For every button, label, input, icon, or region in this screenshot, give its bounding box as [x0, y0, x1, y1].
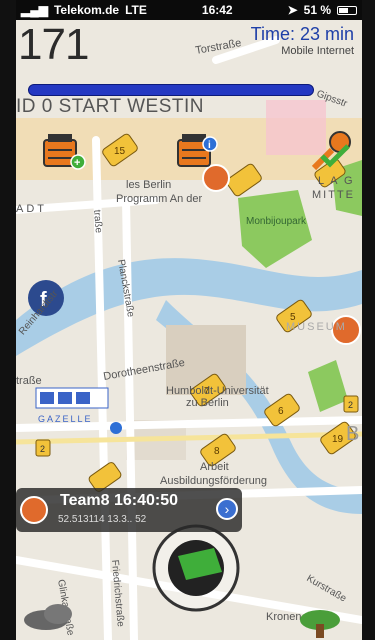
app-screen: ▂▄▆ Telekom.de LTE 16:42 ➤ 51 % 15 5 7 6…	[16, 0, 362, 640]
svg-text:L A G: L A G	[318, 175, 355, 187]
svg-text:traße: traße	[91, 209, 104, 234]
svg-text:Arbeit: Arbeit	[200, 461, 229, 473]
progress-bar	[28, 84, 314, 96]
compass-dial-icon[interactable]	[152, 524, 240, 612]
connection-label: Mobile Internet	[281, 45, 354, 57]
inventory-add-icon[interactable]: +	[42, 130, 88, 172]
mission-status-line: ID 0 START WESTIN	[16, 96, 204, 117]
time-panel: Time: 23 min Mobile Internet	[251, 24, 354, 57]
svg-text:15: 15	[114, 146, 126, 157]
svg-text:Programm An der: Programm An der	[116, 193, 203, 205]
svg-text:8: 8	[214, 446, 220, 457]
carrier-label: Telekom.de	[53, 3, 120, 17]
svg-text:19: 19	[332, 434, 344, 445]
status-bar: ▂▄▆ Telekom.de LTE 16:42 ➤ 51 %	[16, 0, 362, 20]
inventory-info-icon[interactable]: i	[176, 130, 222, 172]
chevron-right-icon[interactable]: ›	[216, 498, 238, 520]
clock: 16:42	[201, 3, 233, 17]
network-label: LTE	[125, 3, 147, 17]
team-name-time: Team8 16:40:50	[60, 492, 178, 509]
battery-icon	[337, 5, 358, 15]
svg-text:2: 2	[40, 444, 45, 454]
key-check-icon[interactable]	[308, 130, 354, 172]
svg-text:2: 2	[348, 400, 353, 410]
svg-text:+: +	[74, 157, 80, 169]
svg-text:traße: traße	[16, 375, 42, 387]
svg-text:Monbijoupark: Monbijoupark	[246, 216, 307, 227]
svg-text:MITTE: MITTE	[312, 189, 355, 201]
team-coordinates: 52.513114 13.3.. 52	[58, 514, 147, 525]
team-popup[interactable]: Team8 16:40:50 52.513114 13.3.. 52 ›	[16, 488, 242, 532]
time-remaining: Time: 23 min	[250, 24, 354, 44]
svg-text:GAZELLE: GAZELLE	[38, 414, 93, 424]
svg-text:zu Berlin: zu Berlin	[186, 397, 229, 409]
points-counter: 171	[18, 20, 89, 69]
location-arrow-icon: ➤	[287, 3, 298, 17]
battery-percent: 51 %	[303, 3, 332, 17]
svg-text:Kronen: Kronen	[266, 611, 301, 623]
svg-text:MUSEUM: MUSEUM	[286, 321, 347, 333]
svg-text:B: B	[346, 423, 359, 445]
svg-text:ADT: ADT	[16, 203, 47, 215]
team-icon	[20, 496, 48, 524]
signal-icon: ▂▄▆	[21, 3, 48, 17]
svg-text:Ausbildungsförderung: Ausbildungsförderung	[160, 475, 267, 487]
location-dot-icon	[110, 422, 122, 434]
svg-text:6: 6	[278, 406, 284, 417]
svg-text:i: i	[208, 140, 211, 151]
svg-text:Humboldt-Universität: Humboldt-Universität	[166, 385, 269, 397]
svg-text:les Berlin: les Berlin	[126, 179, 171, 191]
